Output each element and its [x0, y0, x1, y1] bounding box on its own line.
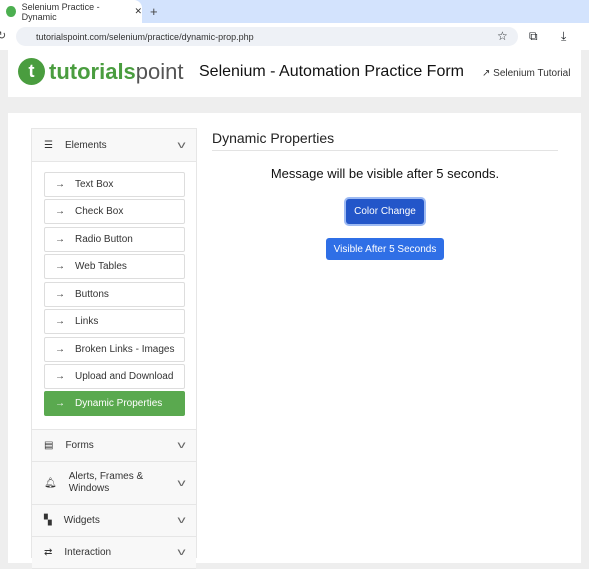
item-label: Links	[75, 316, 99, 327]
chevron-down-icon: v	[177, 515, 186, 526]
item-label: Broken Links - Images	[75, 344, 175, 355]
arrow-right-icon: →	[55, 261, 65, 272]
tab-title: Selenium Practice - Dynamic	[21, 1, 100, 22]
item-label: Text Box	[75, 179, 114, 190]
sidebar-item-check-box[interactable]: → Check Box	[44, 199, 185, 224]
browser-tab[interactable]: Selenium Practice - Dynamic ✕	[0, 0, 142, 23]
section-heading: Dynamic Properties	[212, 130, 335, 146]
logo-text-2: point	[135, 58, 184, 84]
arrows-icon: ⇄	[44, 547, 53, 558]
chevron-down-icon: v	[177, 477, 186, 489]
arrow-right-icon: →	[55, 234, 65, 245]
section-label: Widgets	[63, 515, 100, 526]
menu-icon: ☰	[44, 139, 53, 151]
section-elements[interactable]: ☰ Elements v	[32, 129, 196, 162]
item-label: Dynamic Properties	[75, 398, 163, 409]
chevron-down-icon: v	[177, 139, 186, 151]
item-label: Upload and Download	[75, 371, 174, 382]
sidebar-item-broken-links[interactable]: → Broken Links - Images	[44, 337, 185, 362]
sidebar-item-radio-button[interactable]: → Radio Button	[44, 227, 185, 252]
star-icon[interactable]: ☆	[497, 29, 508, 43]
extensions-icon[interactable]: ⧉	[529, 29, 538, 44]
logo-icon: t	[18, 58, 45, 85]
selenium-tutorial-link[interactable]: ↗ Selenium Tutorial	[482, 68, 570, 79]
section-interaction[interactable]: ⇄ Interaction v	[32, 537, 196, 569]
item-label: Check Box	[75, 206, 124, 217]
item-label: Buttons	[75, 289, 109, 300]
divider	[212, 150, 558, 151]
visible-after-button[interactable]: Visible After 5 Seconds	[326, 238, 444, 260]
download-icon[interactable]: ⤓	[561, 29, 566, 44]
item-label: Web Tables	[75, 261, 127, 272]
favicon-icon	[6, 6, 16, 17]
chevron-down-icon: v	[177, 440, 186, 451]
widgets-icon: ▚	[44, 515, 52, 526]
section-forms[interactable]: ▤ Forms v	[32, 429, 196, 462]
arrow-right-icon: →	[55, 179, 65, 190]
section-label: Forms	[65, 440, 94, 451]
sidebar-item-links[interactable]: → Links	[44, 309, 185, 334]
list-icon: ▤	[44, 440, 54, 451]
link-text: Selenium Tutorial	[493, 68, 571, 79]
sidebar-item-upload-download[interactable]: → Upload and Download	[44, 364, 185, 389]
color-change-button[interactable]: Color Change	[346, 199, 424, 224]
arrow-right-icon: →	[55, 344, 65, 355]
arrow-right-icon: →	[55, 206, 65, 217]
chevron-down-icon: v	[177, 547, 186, 558]
section-label: Alerts, Frames & Windows	[68, 471, 144, 494]
arrow-right-icon: →	[55, 289, 65, 300]
external-link-icon: ↗	[482, 68, 494, 79]
url-input[interactable]: tutorialspoint.com/selenium/practice/dyn…	[16, 27, 518, 46]
reload-icon[interactable]: ↻	[0, 29, 6, 42]
section-alerts[interactable]: 🔔︎ Alerts, Frames & Windows v	[32, 462, 196, 505]
sidebar-item-dynamic-properties[interactable]: → Dynamic Properties	[44, 391, 185, 416]
logo[interactable]: t tutorials point	[18, 58, 184, 85]
arrow-right-icon: →	[55, 398, 65, 409]
close-tab-icon[interactable]: ✕	[134, 6, 142, 17]
item-label: Radio Button	[75, 234, 133, 245]
sidebar-item-text-box[interactable]: → Text Box	[44, 172, 185, 197]
message-text: Message will be visible after 5 seconds.	[270, 166, 500, 181]
url-text: tutorialspoint.com/selenium/practice/dyn…	[36, 31, 254, 42]
logo-text: tutorials	[49, 58, 136, 84]
section-widgets[interactable]: ▚ Widgets v	[32, 505, 196, 537]
bell-icon: 🔔︎	[44, 477, 57, 489]
new-tab-icon[interactable]: +	[150, 4, 158, 19]
page-title: Selenium - Automation Practice Form	[199, 63, 464, 80]
section-label: Interaction	[64, 547, 112, 558]
arrow-right-icon: →	[55, 316, 65, 327]
sidebar-item-web-tables[interactable]: → Web Tables	[44, 254, 185, 279]
sidebar-item-buttons[interactable]: → Buttons	[44, 282, 185, 307]
section-label: Elements	[64, 139, 107, 151]
sidebar: ☰ Elements v → Text Box → Check Box → Radio B…	[31, 128, 197, 569]
arrow-right-icon: →	[55, 371, 65, 382]
